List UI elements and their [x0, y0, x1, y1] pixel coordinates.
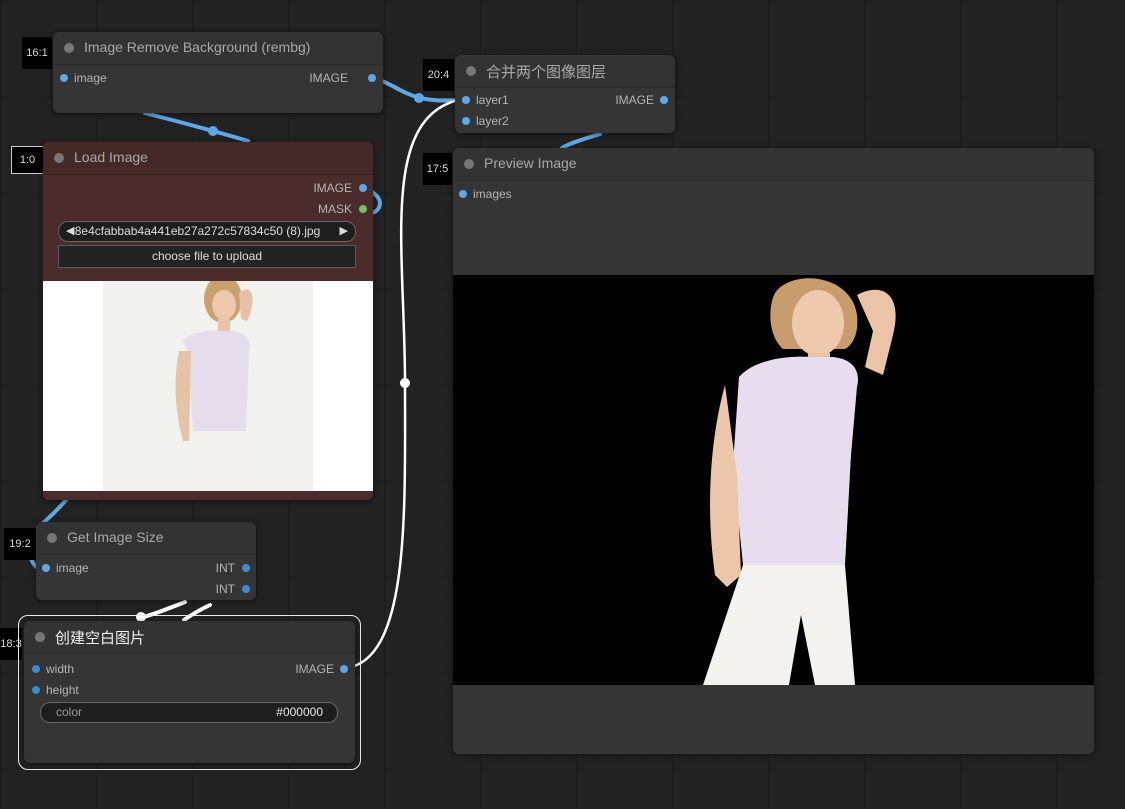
input-image-socket[interactable] — [42, 564, 50, 572]
node-title-bar[interactable]: 合并两个图像图层 — [455, 55, 675, 88]
input-width-label: width — [46, 662, 75, 676]
node-title-bar[interactable]: Get Image Size — [36, 522, 256, 555]
create-blank-image-node[interactable]: 创建空白图片 width IMAGE height color #000000 — [24, 621, 355, 763]
color-field-value: #000000 — [276, 705, 323, 719]
output-image-socket[interactable] — [359, 184, 367, 192]
node-title: Get Image Size — [67, 529, 164, 545]
link-load-to-rembg — [143, 111, 250, 143]
node-title-bar[interactable]: 创建空白图片 — [24, 621, 355, 654]
output-image-label: IMAGE — [295, 662, 334, 676]
input-height-label: height — [46, 683, 79, 697]
color-field-label: color — [56, 705, 83, 719]
node-id-badge: 20:4 — [423, 59, 454, 91]
image-filename: 8e4cfabbab4a441eb27a272c57834c50 (8).jpg — [74, 224, 321, 238]
output-height-socket[interactable] — [242, 585, 250, 593]
node-id-badge: 16:1 — [22, 37, 52, 69]
output-image-label: IMAGE — [313, 181, 352, 195]
collapse-dot-icon[interactable] — [464, 159, 474, 169]
input-layer1-label: layer1 — [476, 93, 509, 107]
input-layer2-socket[interactable] — [462, 117, 470, 125]
node-title-bar[interactable]: Preview Image — [453, 148, 1094, 181]
node-id-badge: 17:5 — [423, 153, 452, 185]
node-title: Load Image — [74, 149, 148, 165]
image-file-select[interactable]: ◀ 8e4cfabbab4a441eb27a272c57834c50 (8).j… — [58, 221, 356, 242]
node-id-badge: 1:0 — [11, 146, 44, 174]
output-image-label: IMAGE — [615, 93, 654, 107]
collapse-dot-icon[interactable] — [64, 43, 74, 53]
node-title: Preview Image — [484, 155, 577, 171]
output-mask-socket[interactable] — [359, 205, 367, 213]
output-image-socket[interactable] — [368, 74, 376, 82]
input-layer1-socket[interactable] — [462, 96, 470, 104]
node-title-bar[interactable]: Load Image — [43, 142, 373, 175]
link-handle-load-rembg — [208, 126, 218, 136]
collapse-dot-icon[interactable] — [35, 632, 45, 642]
color-field[interactable]: color #000000 — [40, 702, 338, 723]
preview-image-node[interactable]: Preview Image images — [453, 148, 1094, 754]
output-image-socket[interactable] — [660, 96, 668, 104]
get-image-size-node[interactable]: Get Image Size image INT INT — [36, 522, 256, 600]
image-preview-thumb — [43, 281, 373, 491]
input-layer2-label: layer2 — [476, 114, 509, 128]
woman-photo — [103, 281, 313, 491]
link-handle-blank-merge — [400, 378, 410, 388]
output-int-2-label: INT — [215, 582, 235, 596]
collapse-dot-icon[interactable] — [54, 153, 64, 163]
next-arrow-icon[interactable]: ▶ — [340, 224, 348, 237]
output-int-1-label: INT — [215, 561, 235, 575]
link-handle-rembg-merge — [414, 93, 424, 103]
preview-output-image — [453, 275, 1094, 685]
output-mask-label: MASK — [317, 202, 352, 216]
collapse-dot-icon[interactable] — [47, 533, 57, 543]
input-height-socket[interactable] — [32, 686, 40, 694]
node-title: 创建空白图片 — [55, 630, 146, 647]
rembg-node[interactable]: Image Remove Background (rembg) image IM… — [53, 32, 383, 113]
input-width-socket[interactable] — [32, 665, 40, 673]
input-images-socket[interactable] — [459, 190, 467, 198]
input-image-socket[interactable] — [60, 74, 68, 82]
link-merge-to-preview — [560, 132, 602, 150]
node-title-bar[interactable]: Image Remove Background (rembg) — [53, 32, 383, 65]
output-width-socket[interactable] — [242, 564, 250, 572]
input-images-label: images — [473, 187, 512, 201]
woman-cutout-photo — [703, 278, 896, 685]
collapse-dot-icon[interactable] — [466, 66, 476, 76]
input-image-label: image — [74, 71, 107, 85]
node-title: Image Remove Background (rembg) — [84, 39, 311, 55]
node-id-badge: 19:2 — [4, 528, 36, 560]
load-image-node[interactable]: Load Image IMAGE MASK ◀ 8e4cfabbab4a441e… — [43, 142, 373, 500]
node-title: 合并两个图像图层 — [486, 64, 607, 81]
output-image-label: IMAGE — [309, 71, 348, 85]
merge-layers-node[interactable]: 合并两个图像图层 layer1 IMAGE layer2 — [455, 55, 675, 133]
output-image-socket[interactable] — [340, 665, 348, 673]
upload-button[interactable]: choose file to upload — [58, 245, 356, 268]
input-image-label: image — [56, 561, 89, 575]
